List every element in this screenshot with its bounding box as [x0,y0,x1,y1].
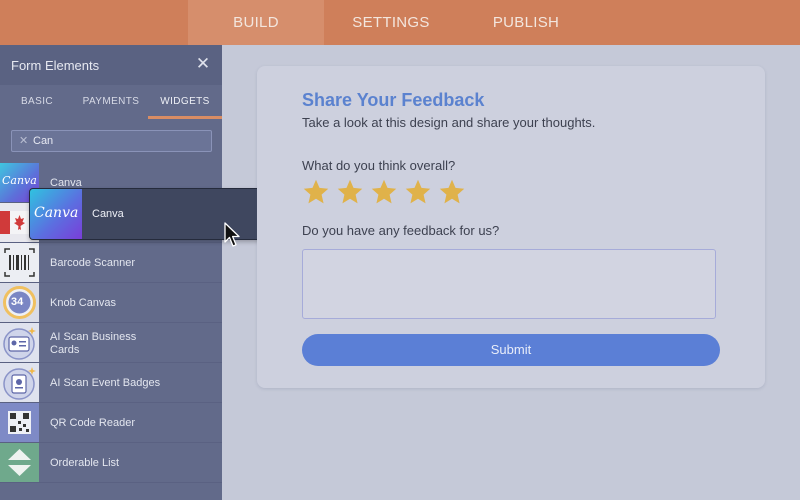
tab-build[interactable]: BUILD [188,0,324,45]
tab-publish[interactable]: PUBLISH [470,0,582,45]
question-overall-label[interactable]: What do you think overall? [302,158,455,173]
business-card-icon [0,323,39,362]
widget-item-orderable-list[interactable]: Orderable List [0,443,222,483]
canva-logo-text: Canva [2,174,37,187]
star-icon[interactable] [438,178,466,206]
widget-search-box: ✕ [11,130,212,152]
star-icon[interactable] [404,178,432,206]
form-title[interactable]: Share Your Feedback [302,90,484,111]
star-icon[interactable] [370,178,398,206]
clear-search-icon[interactable]: ✕ [19,134,28,147]
canva-logo-text: Canva [34,205,79,221]
widget-label: Knob Canvas [50,297,117,309]
widget-label: Orderable List [50,457,120,469]
qr-code-icon [0,403,39,442]
sort-arrows-icon [0,443,39,482]
widget-label: QR Code Reader [50,417,135,429]
mouse-cursor-icon [224,222,240,247]
badge-icon [0,363,39,402]
widget-item-ai-scan-business-cards[interactable]: AI Scan Business Cards [0,323,222,363]
barcode-icon [0,243,39,282]
widget-item-ai-scan-event-badges[interactable]: AI Scan Event Badges [0,363,222,403]
active-tab-indicator [148,116,222,119]
submit-button[interactable]: Submit [302,334,720,366]
sidebar-tabs: BASIC PAYMENTS WIDGETS [0,85,222,119]
search-input[interactable] [33,133,203,149]
form-subtitle[interactable]: Take a look at this design and share you… [302,115,595,130]
widget-item-barcode-scanner[interactable]: Barcode Scanner [0,243,222,283]
star-icon[interactable] [302,178,330,206]
widget-label: AI Scan Business Cards [50,331,137,356]
widget-label: AI Scan Event Badges [50,377,161,389]
question-feedback-label[interactable]: Do you have any feedback for us? [302,223,499,238]
knob-icon: 34 [0,283,39,322]
sidebar-title: Form Elements [11,58,100,73]
close-icon[interactable]: ✕ [194,55,212,73]
tab-settings[interactable]: SETTINGS [334,0,448,45]
widget-label: Barcode Scanner [50,257,135,269]
feedback-textarea[interactable] [302,249,716,319]
widget-item-knob-canvas[interactable]: 34 Knob Canvas [0,283,222,323]
tab-payments[interactable]: PAYMENTS [74,85,148,119]
widget-item-qr-code-reader[interactable]: QR Code Reader [0,403,222,443]
drag-preview-label: Canva [92,208,124,220]
knob-value: 34 [11,296,24,308]
canva-logo-icon: Canva [30,189,82,239]
star-icon[interactable] [336,178,364,206]
tab-basic[interactable]: BASIC [0,85,74,119]
sidebar-header: Form Elements ✕ [0,45,222,85]
form-elements-sidebar: Form Elements ✕ BASIC PAYMENTS WIDGETS ✕… [0,45,222,500]
form-canvas-card: Share Your Feedback Take a look at this … [257,66,765,388]
tab-widgets[interactable]: WIDGETS [148,85,222,119]
top-navigation-bar: BUILD SETTINGS PUBLISH [0,0,800,45]
